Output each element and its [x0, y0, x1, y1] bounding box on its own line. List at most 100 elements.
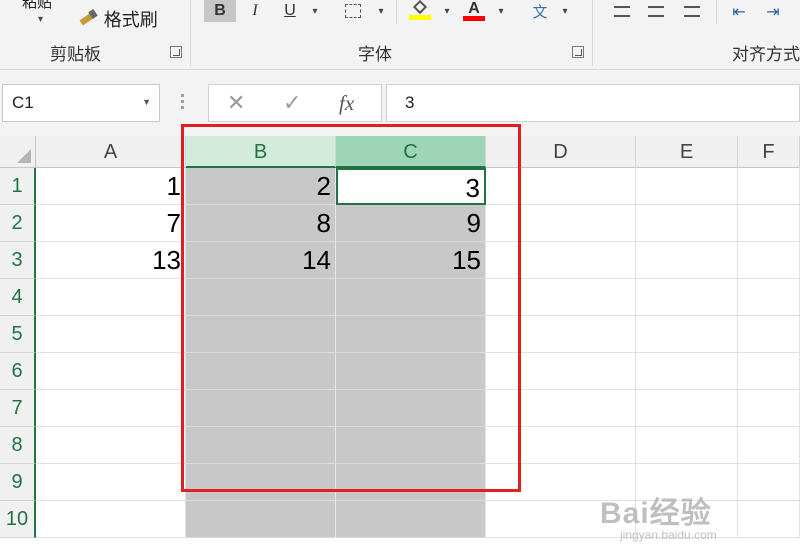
- row-header[interactable]: 9: [0, 464, 36, 501]
- phonetic-button[interactable]: 文: [528, 0, 552, 22]
- decrease-indent-button[interactable]: ⇤: [726, 0, 752, 22]
- column-header-e[interactable]: E: [636, 136, 738, 168]
- cell-e8[interactable]: [636, 427, 738, 464]
- underline-dropdown-icon[interactable]: ▾: [308, 0, 322, 22]
- cell-b7[interactable]: [186, 390, 336, 427]
- align-right-button[interactable]: [680, 0, 704, 22]
- cell-f8[interactable]: [738, 427, 800, 464]
- font-color-button[interactable]: A: [460, 0, 488, 22]
- font-color-dropdown-icon[interactable]: ▾: [494, 0, 508, 22]
- row-header[interactable]: 2: [0, 205, 36, 242]
- cell-b3[interactable]: 14: [186, 242, 336, 279]
- italic-button[interactable]: I: [244, 0, 266, 22]
- column-header-f[interactable]: F: [738, 136, 800, 168]
- cell-c7[interactable]: [336, 390, 486, 427]
- cell-a7[interactable]: [36, 390, 186, 427]
- cell-d5[interactable]: [486, 316, 636, 353]
- cell-c9[interactable]: [336, 464, 486, 501]
- row-header[interactable]: 10: [0, 501, 36, 538]
- cell-a5[interactable]: [36, 316, 186, 353]
- cell-b1[interactable]: 2: [186, 168, 336, 205]
- cell-e6[interactable]: [636, 353, 738, 390]
- clipboard-launcher-icon[interactable]: [170, 46, 182, 58]
- row-header[interactable]: 6: [0, 353, 36, 390]
- cell-a1[interactable]: 1: [36, 168, 186, 205]
- cell-f9[interactable]: [738, 464, 800, 501]
- cell-e2[interactable]: [636, 205, 738, 242]
- insert-function-button[interactable]: fx: [339, 91, 354, 116]
- cell-d3[interactable]: [486, 242, 636, 279]
- cancel-icon[interactable]: ✕: [227, 91, 245, 116]
- cell-d1[interactable]: [486, 168, 636, 205]
- increase-indent-button[interactable]: ⇥: [760, 0, 786, 22]
- cell-a8[interactable]: [36, 427, 186, 464]
- cell-c10[interactable]: [336, 501, 486, 538]
- cell-a2[interactable]: 7: [36, 205, 186, 242]
- formula-bar-grip-icon[interactable]: [181, 94, 185, 114]
- font-launcher-icon[interactable]: [572, 46, 584, 58]
- cell-d7[interactable]: [486, 390, 636, 427]
- cell-e1[interactable]: [636, 168, 738, 205]
- cell-d6[interactable]: [486, 353, 636, 390]
- cell-b5[interactable]: [186, 316, 336, 353]
- cell-b10[interactable]: [186, 501, 336, 538]
- column-header-c[interactable]: C: [336, 136, 486, 168]
- cell-d8[interactable]: [486, 427, 636, 464]
- cell-f6[interactable]: [738, 353, 800, 390]
- align-center-button[interactable]: [644, 0, 668, 22]
- cell-c1[interactable]: 3: [336, 168, 486, 205]
- cell-d2[interactable]: [486, 205, 636, 242]
- border-dropdown-icon[interactable]: ▾: [374, 0, 388, 22]
- cell-a6[interactable]: [36, 353, 186, 390]
- cell-c5[interactable]: [336, 316, 486, 353]
- cell-a9[interactable]: [36, 464, 186, 501]
- formula-input[interactable]: 3: [386, 84, 800, 122]
- row-header[interactable]: 5: [0, 316, 36, 353]
- highlight-dropdown-icon[interactable]: ▾: [440, 0, 454, 22]
- format-painter-button[interactable]: 格式刷: [78, 6, 158, 32]
- row-header[interactable]: 8: [0, 427, 36, 464]
- cell-b4[interactable]: [186, 279, 336, 316]
- cell-e4[interactable]: [636, 279, 738, 316]
- cell-a3[interactable]: 13: [36, 242, 186, 279]
- row-header[interactable]: 1: [0, 168, 36, 205]
- highlight-button[interactable]: [405, 0, 435, 22]
- row-header[interactable]: 3: [0, 242, 36, 279]
- cell-b9[interactable]: [186, 464, 336, 501]
- cell-f3[interactable]: [738, 242, 800, 279]
- cell-f7[interactable]: [738, 390, 800, 427]
- enter-icon[interactable]: ✓: [283, 91, 301, 116]
- cell-f5[interactable]: [738, 316, 800, 353]
- column-header-d[interactable]: D: [486, 136, 636, 168]
- row-header[interactable]: 4: [0, 279, 36, 316]
- cell-b6[interactable]: [186, 353, 336, 390]
- phonetic-dropdown-icon[interactable]: ▾: [558, 0, 572, 22]
- cell-c2[interactable]: 9: [336, 205, 486, 242]
- cell-e5[interactable]: [636, 316, 738, 353]
- cell-c3[interactable]: 15: [336, 242, 486, 279]
- cell-f2[interactable]: [738, 205, 800, 242]
- cell-c8[interactable]: [336, 427, 486, 464]
- name-box-dropdown-icon[interactable]: ▼: [142, 97, 151, 107]
- name-box[interactable]: C1 ▼: [2, 84, 160, 122]
- paste-button[interactable]: 粘贴: [22, 0, 52, 12]
- cell-e3[interactable]: [636, 242, 738, 279]
- cell-f4[interactable]: [738, 279, 800, 316]
- cell-f1[interactable]: [738, 168, 800, 205]
- border-button[interactable]: [340, 0, 366, 22]
- cell-b2[interactable]: 8: [186, 205, 336, 242]
- cell-f10[interactable]: [738, 501, 800, 538]
- align-left-button[interactable]: [610, 0, 634, 22]
- cell-c4[interactable]: [336, 279, 486, 316]
- column-header-a[interactable]: A: [36, 136, 186, 168]
- cell-a10[interactable]: [36, 501, 186, 538]
- paste-dropdown-icon[interactable]: ▾: [38, 14, 43, 25]
- cell-b8[interactable]: [186, 427, 336, 464]
- cell-d4[interactable]: [486, 279, 636, 316]
- bold-button[interactable]: B: [204, 0, 236, 22]
- column-header-b[interactable]: B: [186, 136, 336, 168]
- cell-c6[interactable]: [336, 353, 486, 390]
- select-all-button[interactable]: [0, 136, 36, 168]
- row-header[interactable]: 7: [0, 390, 36, 427]
- cell-a4[interactable]: [36, 279, 186, 316]
